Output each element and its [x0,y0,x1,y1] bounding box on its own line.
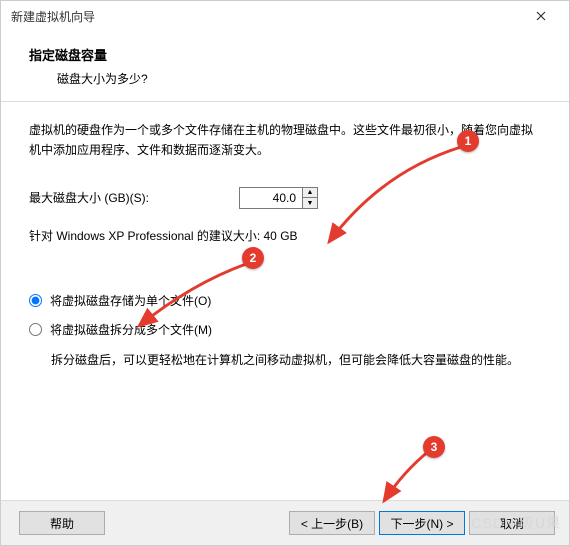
annotation-badge-1: 1 [457,130,479,152]
wizard-header: 指定磁盘容量 磁盘大小为多少? [1,31,569,102]
annotation-badge-3: 3 [423,436,445,458]
cancel-button[interactable]: 取消 [469,511,555,535]
radio-single-label: 将虚拟磁盘存储为单个文件(O) [50,292,211,309]
spinner-down[interactable]: ▼ [303,198,317,208]
radio-split-files[interactable]: 将虚拟磁盘拆分成多个文件(M) [29,321,541,338]
header-subtitle: 磁盘大小为多少? [29,70,541,87]
disk-size-input[interactable] [240,188,302,208]
radio-single-input[interactable] [29,294,42,307]
window-title: 新建虚拟机向导 [11,8,95,25]
wizard-window: 新建虚拟机向导 指定磁盘容量 磁盘大小为多少? 虚拟机的硬盘作为一个或多个文件存… [0,0,570,546]
radio-split-input[interactable] [29,323,42,336]
annotation-badge-2: 2 [242,247,264,269]
header-title: 指定磁盘容量 [29,45,541,64]
close-icon [536,11,546,21]
split-note: 拆分磁盘后，可以更轻松地在计算机之间移动虚拟机，但可能会降低大容量磁盘的性能。 [29,350,541,370]
spinner-buttons: ▲ ▼ [302,188,317,208]
max-size-label: 最大磁盘大小 (GB)(S): [29,189,149,206]
back-button[interactable]: < 上一步(B) [289,511,375,535]
next-button[interactable]: 下一步(N) > [379,511,465,535]
titlebar: 新建虚拟机向导 [1,1,569,31]
close-button[interactable] [521,2,561,30]
wizard-footer: 帮助 < 上一步(B) 下一步(N) > 取消 [1,500,569,545]
spinner-up[interactable]: ▲ [303,188,317,199]
radio-single-file[interactable]: 将虚拟磁盘存储为单个文件(O) [29,292,541,309]
wizard-content: 虚拟机的硬盘作为一个或多个文件存储在主机的物理磁盘中。这些文件最初很小，随着您向… [1,102,569,500]
help-button[interactable]: 帮助 [19,511,105,535]
disk-size-spinner[interactable]: ▲ ▼ [239,187,318,209]
size-recommendation: 针对 Windows XP Professional 的建议大小: 40 GB [29,227,541,244]
max-size-row: 最大磁盘大小 (GB)(S): ▲ ▼ [29,187,541,209]
radio-split-label: 将虚拟磁盘拆分成多个文件(M) [50,321,212,338]
